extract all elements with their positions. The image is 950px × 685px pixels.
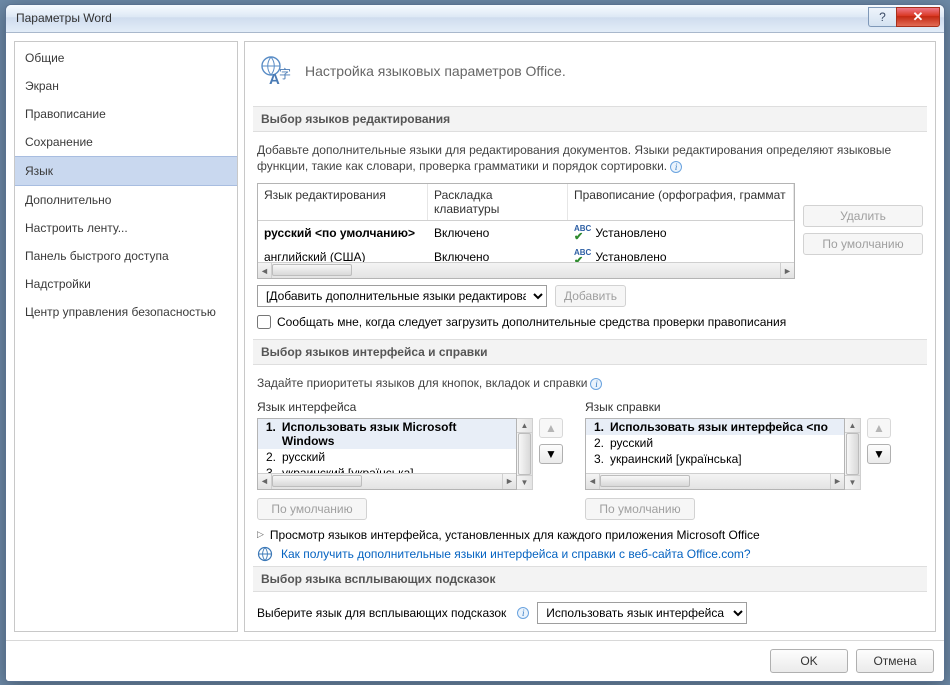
sidebar-item-quick-access[interactable]: Панель быстрого доступа — [15, 242, 237, 270]
table-hscrollbar[interactable]: ◄ ► — [258, 262, 794, 278]
section-editing-languages: Выбор языков редактирования — [253, 106, 927, 132]
col-language[interactable]: Язык редактирования — [258, 184, 428, 220]
scroll-thumb[interactable] — [846, 433, 859, 475]
move-down-button[interactable]: ▼ — [867, 444, 891, 464]
scroll-up-icon[interactable]: ▲ — [517, 419, 532, 433]
table-row[interactable]: английский (США) Включено ABC✔Установлен… — [258, 245, 794, 262]
sidebar-item-display[interactable]: Экран — [15, 72, 237, 100]
options-dialog: Параметры Word ? ✕ Общие Экран Правописа… — [5, 4, 945, 682]
notify-download-label: Сообщать мне, когда следует загрузить до… — [277, 315, 786, 329]
proofing-installed-icon: ABC✔ — [574, 248, 591, 262]
scroll-thumb[interactable] — [272, 475, 362, 487]
scroll-left-icon[interactable]: ◄ — [258, 263, 272, 278]
scroll-up-icon[interactable]: ▲ — [845, 419, 860, 433]
sidebar-item-addins[interactable]: Надстройки — [15, 270, 237, 298]
cancel-button[interactable]: Отмена — [856, 649, 934, 673]
scroll-left-icon[interactable]: ◄ — [586, 474, 600, 489]
ui-help-desc: Задайте приоритеты языков для кнопок, вк… — [257, 375, 923, 400]
add-language-combo[interactable]: [Добавить дополнительные языки редактиро… — [257, 285, 547, 307]
listbox-vscrollbar[interactable]: ▲ ▼ — [845, 418, 861, 490]
col-keyboard[interactable]: Раскладка клавиатуры — [428, 184, 568, 220]
info-icon[interactable]: i — [670, 161, 682, 173]
ui-language-label: Язык интерфейса — [257, 400, 563, 414]
scroll-down-icon[interactable]: ▼ — [517, 475, 532, 489]
listbox-hscrollbar[interactable]: ◄ ► — [586, 473, 844, 489]
sidebar-item-save[interactable]: Сохранение — [15, 128, 237, 156]
delete-button: Удалить — [803, 205, 923, 227]
sidebar-item-proofing[interactable]: Правописание — [15, 100, 237, 128]
editing-language-table[interactable]: Язык редактирования Раскладка клавиатуры… — [257, 183, 795, 279]
help-language-label: Язык справки — [585, 400, 891, 414]
globe-icon — [257, 546, 273, 562]
expand-installed-languages[interactable]: ▷ Просмотр языков интерфейса, установлен… — [257, 528, 923, 542]
dialog-footer: OK Отмена — [6, 640, 944, 681]
list-item[interactable]: 2.русский — [586, 435, 844, 451]
language-icon: A 字 — [259, 54, 293, 88]
sidebar-item-language[interactable]: Язык — [15, 156, 237, 186]
list-item[interactable]: 1.Использовать язык интерфейса <по — [586, 419, 844, 435]
move-up-button: ▲ — [539, 418, 563, 438]
sidebar-item-trust-center[interactable]: Центр управления безопасностью — [15, 298, 237, 326]
get-ui-languages-link[interactable]: Как получить дополнительные языки интерф… — [281, 547, 751, 561]
svg-text:字: 字 — [279, 66, 291, 81]
help-default-button: По умолчанию — [585, 498, 695, 520]
move-up-button: ▲ — [867, 418, 891, 438]
list-item[interactable]: 1.Использовать язык Microsoft Windows — [258, 419, 516, 449]
sidebar-item-advanced[interactable]: Дополнительно — [15, 186, 237, 214]
scroll-right-icon[interactable]: ► — [780, 263, 794, 278]
section-ui-help-languages: Выбор языков интерфейса и справки — [253, 339, 927, 365]
set-default-button: По умолчанию — [803, 233, 923, 255]
col-proofing[interactable]: Правописание (орфография, граммат — [568, 184, 794, 220]
main-panel: A 字 Настройка языковых параметров Office… — [244, 41, 936, 632]
dialog-body: Общие Экран Правописание Сохранение Язык… — [6, 33, 944, 640]
info-icon[interactable]: i — [517, 607, 529, 619]
scroll-thumb[interactable] — [600, 475, 690, 487]
scroll-thumb[interactable] — [272, 264, 352, 276]
editing-desc: Добавьте дополнительные языки для редакт… — [257, 142, 923, 184]
listbox-hscrollbar[interactable]: ◄ ► — [258, 473, 516, 489]
help-language-listbox[interactable]: 1.Использовать язык интерфейса <по 2.рус… — [585, 418, 845, 490]
page-heading: A 字 Настройка языковых параметров Office… — [257, 50, 923, 102]
window-title: Параметры Word — [12, 11, 112, 25]
titlebar[interactable]: Параметры Word ? ✕ — [6, 5, 944, 33]
sidebar-item-general[interactable]: Общие — [15, 44, 237, 72]
scroll-thumb[interactable] — [518, 433, 531, 475]
list-item[interactable]: 3.украинский [українська] — [586, 451, 844, 467]
move-down-button[interactable]: ▼ — [539, 444, 563, 464]
scroll-left-icon[interactable]: ◄ — [258, 474, 272, 489]
expand-triangle-icon: ▷ — [257, 529, 264, 540]
scroll-down-icon[interactable]: ▼ — [845, 475, 860, 489]
title-controls: ? ✕ — [868, 7, 940, 27]
list-item[interactable]: 2.русский — [258, 449, 516, 465]
screentip-language-combo[interactable]: Использовать язык интерфейса — [537, 602, 747, 624]
ui-default-button: По умолчанию — [257, 498, 367, 520]
add-language-button: Добавить — [555, 285, 626, 307]
table-header: Язык редактирования Раскладка клавиатуры… — [258, 184, 794, 221]
help-button[interactable]: ? — [868, 7, 896, 27]
category-sidebar: Общие Экран Правописание Сохранение Язык… — [14, 41, 238, 632]
screentip-label: Выберите язык для всплывающих подсказок — [257, 606, 506, 620]
scroll-right-icon[interactable]: ► — [830, 474, 844, 489]
page-heading-text: Настройка языковых параметров Office. — [305, 63, 566, 79]
list-item[interactable]: 3.украинский [українська] — [258, 465, 516, 473]
close-button[interactable]: ✕ — [896, 7, 940, 27]
notify-download-checkbox[interactable] — [257, 315, 271, 329]
ok-button[interactable]: OK — [770, 649, 848, 673]
section-screentip-language: Выбор языка всплывающих подсказок — [253, 566, 927, 592]
scroll-right-icon[interactable]: ► — [502, 474, 516, 489]
sidebar-item-customize-ribbon[interactable]: Настроить ленту... — [15, 214, 237, 242]
proofing-installed-icon: ABC✔ — [574, 224, 591, 242]
ui-language-listbox[interactable]: 1.Использовать язык Microsoft Windows 2.… — [257, 418, 517, 490]
info-icon[interactable]: i — [590, 378, 602, 390]
listbox-vscrollbar[interactable]: ▲ ▼ — [517, 418, 533, 490]
table-row[interactable]: русский <по умолчанию> Включено ABC✔Уста… — [258, 221, 794, 245]
